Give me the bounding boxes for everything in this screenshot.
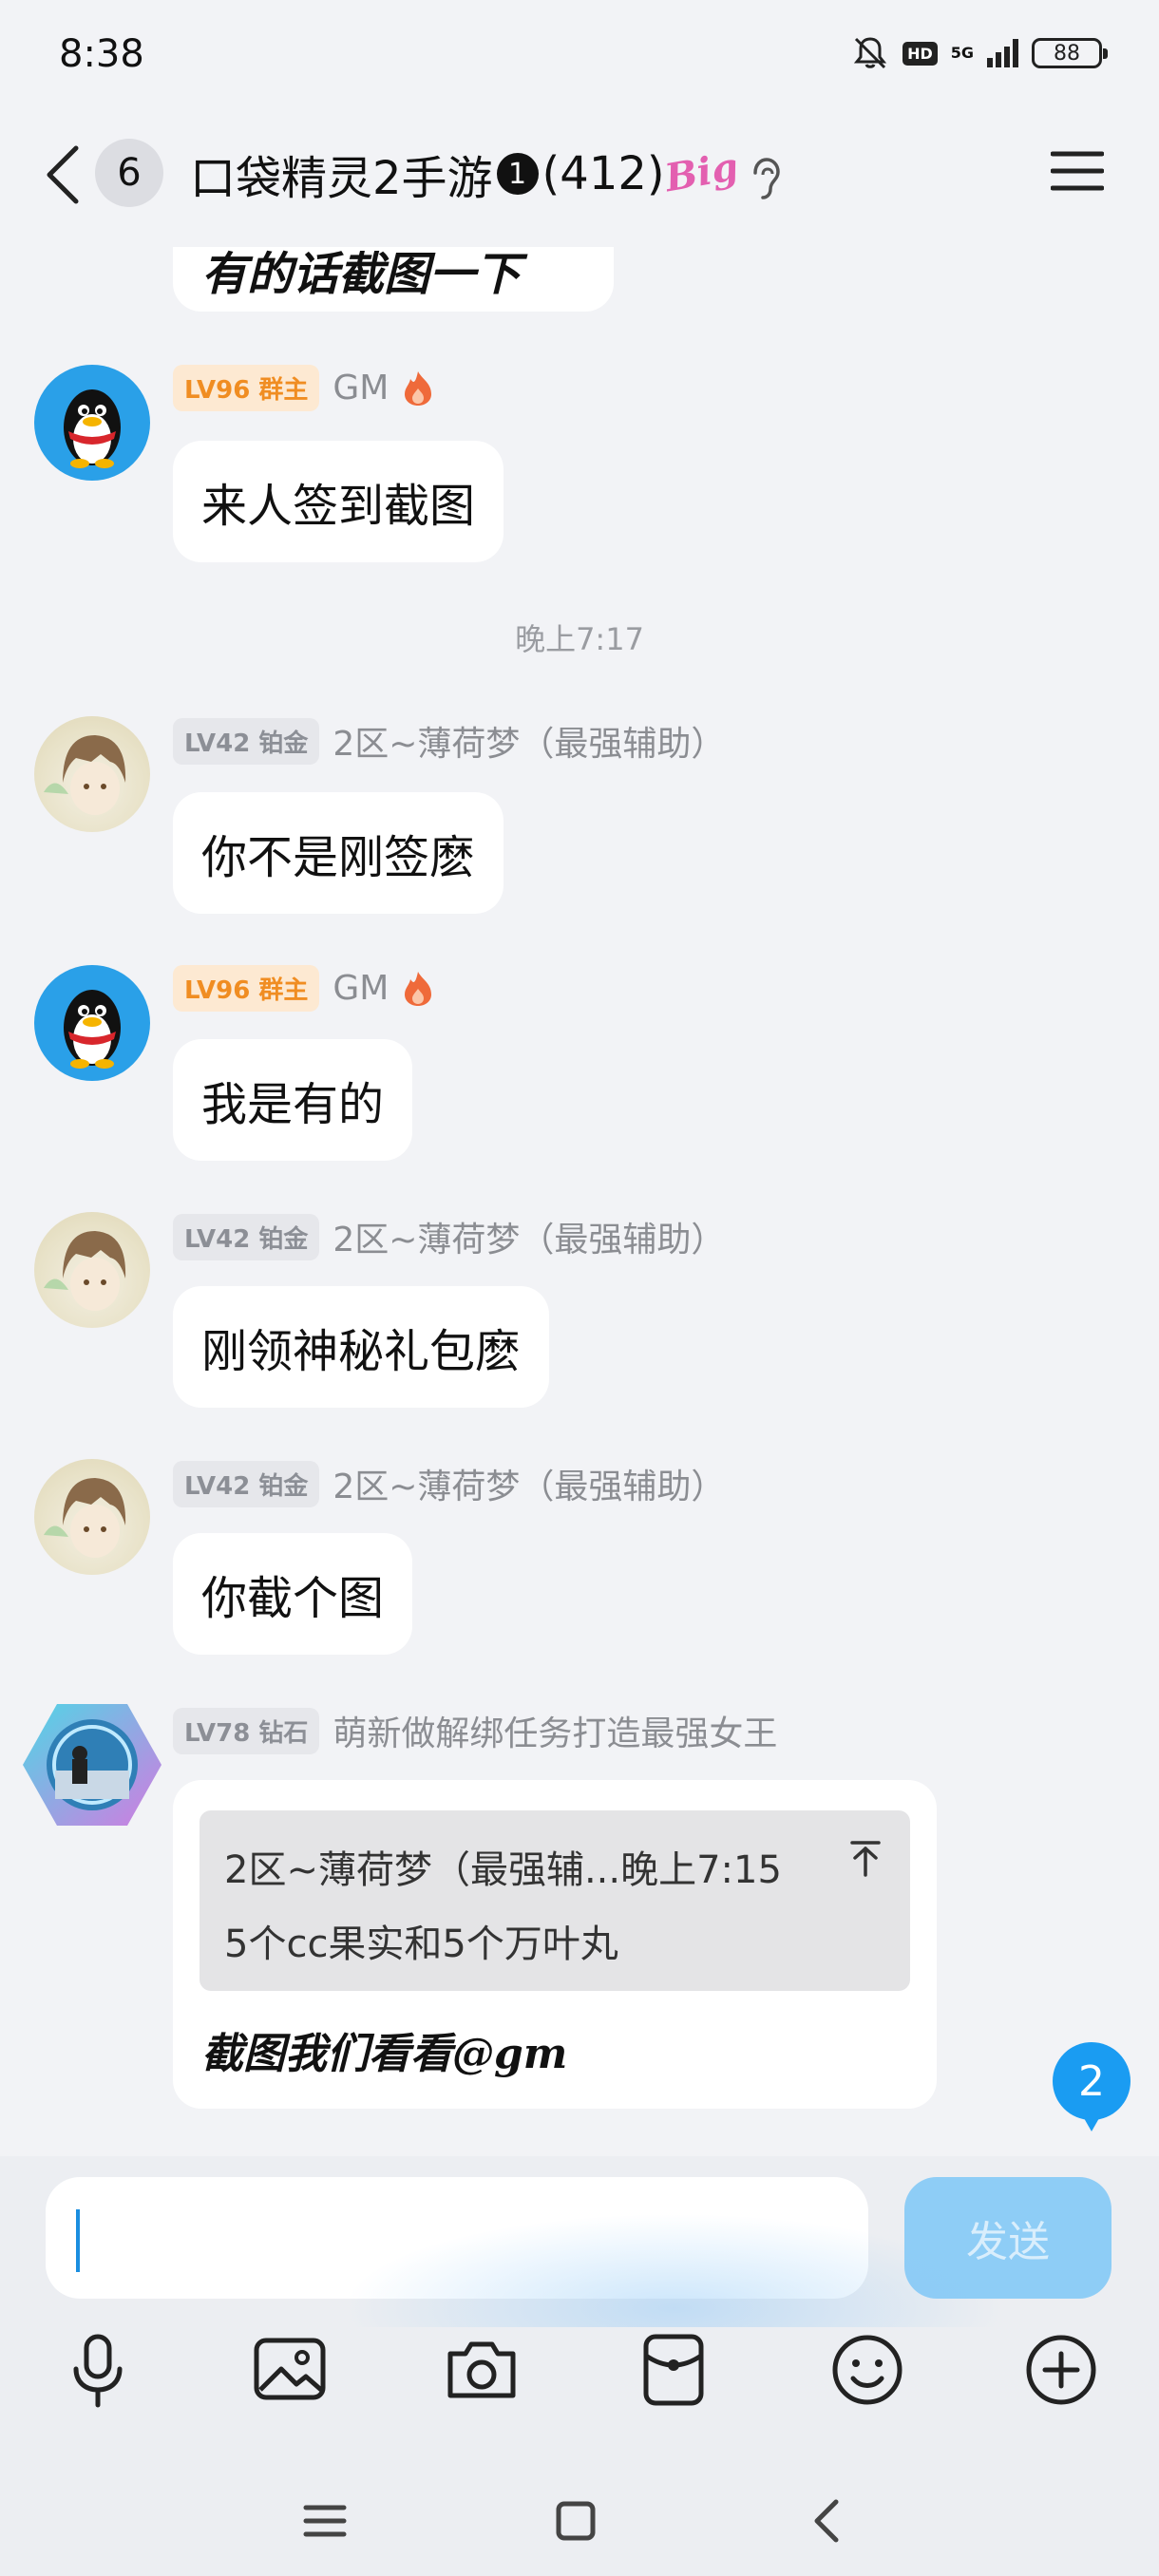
avatar[interactable] bbox=[34, 1459, 150, 1575]
red-packet-icon[interactable] bbox=[631, 2327, 716, 2413]
message-timestamp: 晚上7:17 bbox=[515, 621, 644, 657]
message-text: 你截个图 bbox=[201, 1572, 385, 1625]
jump-to-quote-icon[interactable] bbox=[849, 1839, 882, 1877]
message-text: 你不是刚签麽 bbox=[201, 831, 476, 884]
penguin-avatar-icon bbox=[64, 990, 121, 1069]
message-meta: LV78 钻石 萌新做解绑任务打造最强女王 bbox=[173, 1706, 777, 1755]
message-text: 有的话截图一下 bbox=[201, 248, 522, 301]
unread-count-badge[interactable]: 6 bbox=[95, 139, 163, 207]
nickname[interactable]: 2区~薄荷梦（最强辅助） bbox=[332, 1459, 725, 1508]
level-badge: LV42 铂金 bbox=[173, 1460, 320, 1507]
big-group-badge-icon: Big bbox=[661, 143, 742, 201]
level-badge: LV96 群主 bbox=[173, 365, 320, 411]
level-badge: LV42 铂金 bbox=[173, 717, 320, 765]
group-name: 口袋精灵2手游 bbox=[190, 152, 493, 205]
anime-avatar-icon bbox=[44, 1231, 126, 1311]
battery-icon: 88 bbox=[1032, 38, 1108, 68]
home-icon[interactable] bbox=[547, 2492, 604, 2549]
penguin-avatar-icon bbox=[64, 389, 121, 468]
status-bar: 8:38 HD 5G 88 bbox=[0, 0, 1159, 114]
message-bubble[interactable]: 刚领神秘礼包麽 bbox=[173, 1286, 550, 1408]
back-arrow-icon[interactable] bbox=[42, 142, 84, 207]
signal-icon bbox=[987, 39, 1018, 67]
avatar[interactable] bbox=[34, 716, 150, 832]
menu-icon[interactable] bbox=[1051, 148, 1104, 194]
group-title[interactable]: 口袋精灵2手游 1 (412) bbox=[190, 141, 665, 207]
message-text: 刚领神秘礼包麽 bbox=[201, 1325, 522, 1378]
quote-header: 2区~薄荷梦（最强辅...晚上7:15 bbox=[224, 1848, 782, 1892]
plus-icon[interactable] bbox=[1018, 2327, 1104, 2413]
avatar[interactable] bbox=[34, 365, 150, 481]
chat-messages[interactable]: 有的话截图一下 LV96 群主 GM 来人签到截图 晚上7:17 LV42 铂金… bbox=[0, 247, 1159, 2156]
battery-level: 88 bbox=[1054, 41, 1080, 66]
message-text: 我是有的 bbox=[201, 1078, 385, 1131]
message-meta: LV42 铂金 2区~薄荷梦（最强辅助） bbox=[173, 1212, 725, 1261]
message-meta: LV42 铂金 2区~薄荷梦（最强辅助） bbox=[173, 1459, 725, 1508]
emoji-icon[interactable] bbox=[825, 2327, 910, 2413]
network-type: 5G bbox=[950, 44, 974, 62]
microphone-icon[interactable] bbox=[55, 2327, 141, 2413]
nickname[interactable]: 2区~薄荷梦（最强辅助） bbox=[332, 716, 725, 766]
message-meta: LV42 铂金 2区~薄荷梦（最强辅助） bbox=[173, 716, 725, 766]
avatar[interactable] bbox=[21, 1700, 163, 1829]
message-bubble[interactable]: 来人签到截图 bbox=[173, 441, 504, 562]
text-cursor bbox=[76, 2209, 80, 2272]
message-bubble[interactable]: 你截个图 bbox=[173, 1533, 413, 1655]
member-count: (412) bbox=[542, 147, 665, 200]
nickname[interactable]: GM bbox=[332, 369, 389, 407]
anime-avatar-icon bbox=[44, 735, 126, 815]
group-number-dot: 1 bbox=[496, 153, 539, 195]
new-messages-badge[interactable]: 2 bbox=[1053, 2042, 1130, 2131]
ear-mode-icon[interactable] bbox=[746, 152, 784, 209]
status-time: 8:38 bbox=[59, 32, 144, 76]
message-bubble[interactable]: 我是有的 bbox=[173, 1039, 413, 1161]
level-badge: LV96 群主 bbox=[173, 965, 320, 1012]
avatar[interactable] bbox=[34, 1212, 150, 1328]
anime-avatar-icon bbox=[44, 1478, 126, 1558]
system-navigation-bar bbox=[0, 2451, 1159, 2576]
message-meta: LV96 群主 GM bbox=[173, 365, 434, 411]
avatar[interactable] bbox=[34, 965, 150, 1081]
flame-icon bbox=[405, 971, 432, 1006]
message-bubble[interactable]: 你不是刚签麽 bbox=[173, 792, 504, 914]
quote-body: 5个cc果实和5个万叶丸 bbox=[224, 1923, 618, 1966]
level-badge: LV78 钻石 bbox=[173, 1707, 320, 1754]
message-bubble[interactable]: 有的话截图一下 bbox=[173, 247, 614, 312]
nickname[interactable]: 萌新做解绑任务打造最强女王 bbox=[332, 1706, 777, 1755]
level-badge: LV42 铂金 bbox=[173, 1213, 320, 1260]
message-text: 来人签到截图 bbox=[201, 480, 476, 533]
nickname[interactable]: GM bbox=[332, 969, 389, 1008]
quoted-message[interactable]: 2区~薄荷梦（最强辅...晚上7:15 5个cc果实和5个万叶丸 bbox=[200, 1810, 910, 1991]
hexagon-avatar-icon bbox=[23, 1704, 162, 1826]
chat-header: 6 口袋精灵2手游 1 (412) Big bbox=[0, 114, 1159, 247]
hd-icon: HD bbox=[902, 41, 938, 66]
system-back-icon[interactable] bbox=[800, 2492, 857, 2549]
recent-apps-icon[interactable] bbox=[296, 2492, 353, 2549]
nickname[interactable]: 2区~薄荷梦（最强辅助） bbox=[332, 1212, 725, 1261]
camera-icon[interactable] bbox=[439, 2327, 524, 2413]
image-icon[interactable] bbox=[247, 2327, 332, 2413]
status-icons: HD 5G 88 bbox=[851, 34, 1108, 72]
message-text: 截图我们看看@gm bbox=[201, 2030, 568, 2078]
flame-icon bbox=[405, 370, 432, 406]
chat-toolbar bbox=[0, 2327, 1159, 2451]
message-meta: LV96 群主 GM bbox=[173, 965, 434, 1012]
mute-bell-icon bbox=[853, 37, 887, 69]
